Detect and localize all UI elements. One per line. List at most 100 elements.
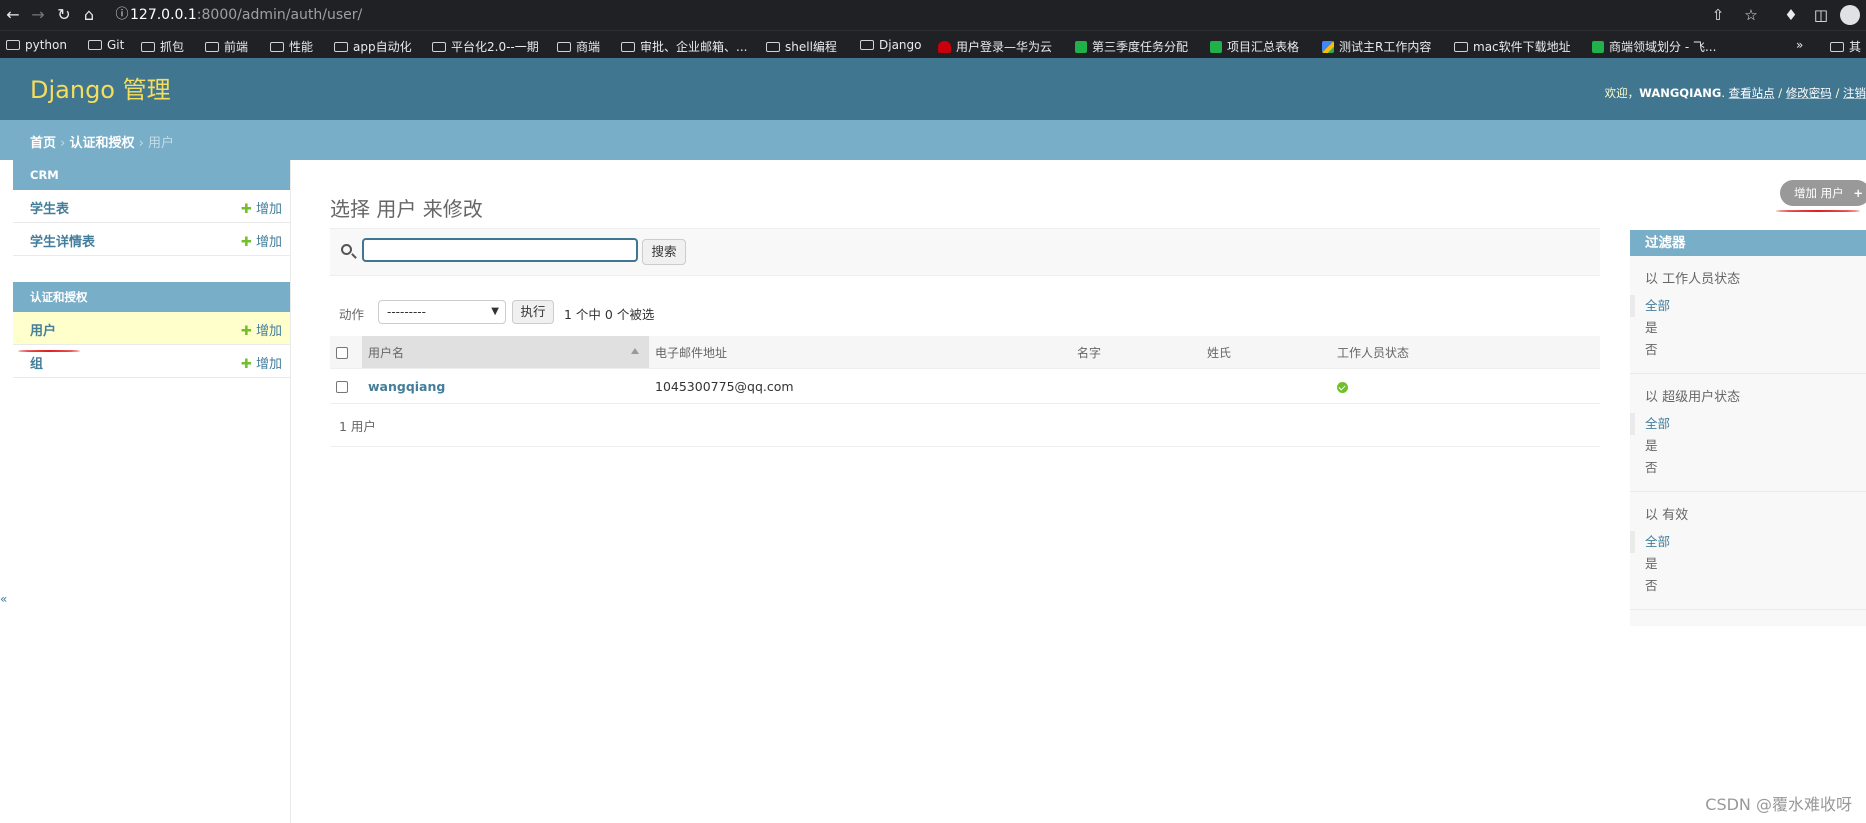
filter-group-active: 以 有效 全部 是 否 (1630, 492, 1866, 610)
bookmark-frontend[interactable]: 前端 (205, 38, 248, 55)
home-icon[interactable]: ⌂ (80, 6, 98, 24)
filter-option-yes[interactable]: 是 (1630, 317, 1866, 339)
other-bookmarks[interactable]: 其 (1830, 38, 1861, 55)
back-arrow-icon[interactable]: ← (4, 6, 22, 24)
sort-ascending-icon[interactable] (631, 348, 639, 354)
username-link[interactable]: wangqiang (368, 379, 445, 394)
page-title: 选择 用户 来修改 (330, 197, 483, 222)
bookmark-approval[interactable]: 审批、企业邮箱、... (621, 38, 747, 55)
folder-icon (141, 41, 155, 52)
filter-group-title: 以 有效 (1645, 508, 1689, 523)
plus-icon: ✚ (240, 235, 252, 250)
side-panel-icon[interactable]: ◫ (1812, 6, 1830, 24)
star-icon[interactable]: ☆ (1742, 6, 1760, 24)
breadcrumb-app[interactable]: 认证和授权 (69, 136, 134, 151)
bookmark-platform[interactable]: 平台化2.0--一期 (432, 38, 539, 55)
username: WANGQIANG (1639, 86, 1722, 100)
breadcrumb-current: 用户 (147, 136, 174, 151)
search-input[interactable] (362, 238, 638, 262)
column-header-first-name[interactable]: 名字 (1071, 336, 1201, 369)
column-header-last-name[interactable]: 姓氏 (1201, 336, 1331, 369)
bookmark-domain-division[interactable]: 商端领域划分 - 飞... (1592, 38, 1716, 55)
address-bar[interactable]: 127.0.0.1:8000/admin/auth/user/ (130, 4, 362, 26)
annotation-underline (18, 350, 80, 352)
column-header-email[interactable]: 电子邮件地址 (649, 336, 1071, 369)
logout-link[interactable]: 注销 (1843, 86, 1866, 100)
profile-avatar[interactable] (1840, 5, 1860, 25)
bookmark-project-summary[interactable]: 项目汇总表格 (1210, 38, 1299, 55)
go-button[interactable]: 执行 (512, 300, 554, 324)
sidebar-item-label[interactable]: 学生详情表 (30, 231, 95, 250)
share-icon[interactable]: ⇧ (1709, 6, 1727, 24)
add-link[interactable]: ✚ 增加 (241, 320, 282, 339)
site-branding[interactable]: Django 管理 (30, 76, 171, 104)
module-caption-auth[interactable]: 认证和授权 (13, 282, 290, 312)
view-site-link[interactable]: 查看站点 (1729, 86, 1775, 100)
bookmark-test-work[interactable]: 测试主R工作内容 (1322, 38, 1431, 55)
folder-icon (432, 41, 446, 52)
bookmark-python[interactable]: python (6, 38, 67, 52)
add-user-button[interactable]: 增加 用户 + (1780, 180, 1866, 206)
change-password-link[interactable]: 修改密码 (1786, 86, 1832, 100)
bookmark-shell[interactable]: shell编程 (766, 38, 837, 55)
add-link[interactable]: ✚ 增加 (241, 231, 282, 250)
filter-group-title: 以 工作人员状态 (1645, 272, 1741, 287)
bookmark-capture[interactable]: 抓包 (141, 38, 184, 55)
staff-status-cell (1331, 368, 1600, 404)
last-name-cell (1201, 368, 1331, 404)
folder-icon (860, 40, 874, 50)
row-checkbox[interactable] (336, 381, 348, 393)
action-select[interactable]: --------- ▼ (378, 300, 506, 324)
forward-arrow-icon[interactable]: → (29, 6, 47, 24)
admin-header: Django 管理 欢迎，WANGQIANG. 查看站点 / 修改密码 / 注销 (0, 58, 1866, 120)
bookmarks-overflow[interactable]: » (1796, 38, 1803, 52)
filter-option-no[interactable]: 否 (1630, 457, 1866, 479)
bookmark-q3-tasks[interactable]: 第三季度任务分配 (1075, 38, 1188, 55)
table-header-row: 用户名 电子邮件地址 名字 姓氏 工作人员状态 (330, 336, 1600, 369)
google-icon (1322, 40, 1334, 53)
folder-icon (6, 40, 20, 50)
reload-icon[interactable]: ↻ (55, 6, 73, 24)
extensions-icon[interactable]: ♦ (1782, 6, 1800, 24)
bookmark-django[interactable]: Django (860, 38, 922, 52)
huawei-icon (938, 40, 951, 53)
bookmark-huawei[interactable]: 用户登录—华为云 (938, 38, 1052, 55)
filter-option-yes[interactable]: 是 (1630, 553, 1866, 575)
filter-option-no[interactable]: 否 (1630, 575, 1866, 597)
select-all-checkbox[interactable] (336, 346, 348, 359)
filter-group-superuser: 以 超级用户状态 全部 是 否 (1630, 374, 1866, 492)
sidebar-item-label[interactable]: 组 (30, 353, 43, 372)
bookmark-performance[interactable]: 性能 (270, 38, 313, 55)
bookmark-git[interactable]: Git (88, 38, 124, 52)
filter-option-all[interactable]: 全部 (1630, 413, 1866, 435)
sidebar-item-student-detail: 学生详情表 ✚ 增加 (13, 223, 290, 256)
plus-icon: ✚ (240, 357, 252, 372)
first-name-cell (1071, 368, 1201, 404)
filter-option-all[interactable]: 全部 (1630, 531, 1866, 553)
search-toolbar: 搜索 (330, 228, 1600, 276)
filter-option-no[interactable]: 否 (1630, 339, 1866, 361)
breadcrumb: 首页 › 认证和授权 › 用户 (0, 120, 1866, 160)
filter-option-all[interactable]: 全部 (1630, 295, 1866, 317)
sidebar-item-label[interactable]: 学生表 (30, 198, 69, 217)
folder-icon (270, 41, 284, 52)
add-link[interactable]: ✚ 增加 (241, 198, 282, 217)
collapse-sidebar-toggle[interactable]: « (0, 592, 7, 606)
bookmark-merchant[interactable]: 商端 (557, 38, 600, 55)
sidebar-item-label[interactable]: 用户 (30, 320, 56, 339)
search-button[interactable]: 搜索 (642, 239, 686, 265)
folder-icon (334, 41, 348, 52)
sidebar-item-student: 学生表 ✚ 增加 (13, 190, 290, 223)
breadcrumb-home[interactable]: 首页 (30, 136, 56, 151)
plus-icon: ✚ (240, 202, 252, 217)
bookmark-app-automation[interactable]: app自动化 (334, 38, 412, 55)
add-link[interactable]: ✚ 增加 (241, 353, 282, 372)
module-caption-crm[interactable]: CRM (13, 160, 290, 190)
bookmark-mac-software[interactable]: mac软件下载地址 (1454, 38, 1571, 55)
browser-toolbar: ← → ↻ ⌂ ⓘ 127.0.0.1:8000/admin/auth/user… (0, 0, 1866, 30)
select-all-cell (330, 336, 362, 369)
info-icon[interactable]: ⓘ (113, 6, 131, 24)
filter-option-yes[interactable]: 是 (1630, 435, 1866, 457)
column-header-staff-status[interactable]: 工作人员状态 (1331, 336, 1600, 369)
column-header-username[interactable]: 用户名 (362, 336, 649, 369)
